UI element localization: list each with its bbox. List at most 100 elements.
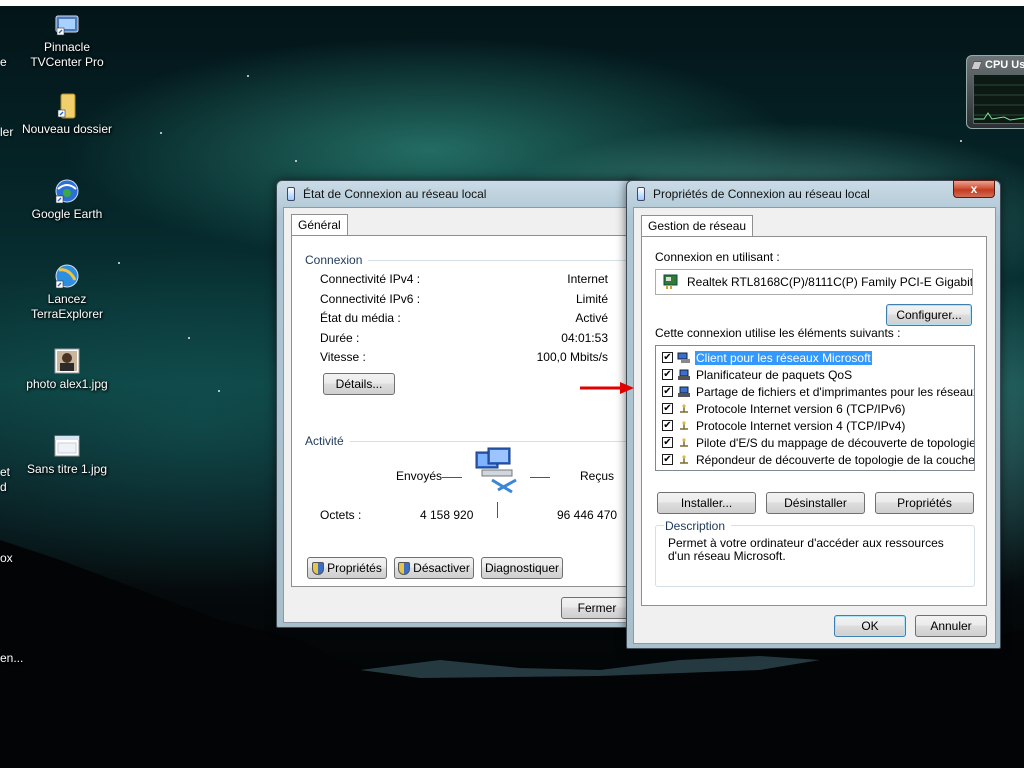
list-item[interactable]: ✔ Planificateur de paquets QoS — [662, 366, 853, 383]
properties-button[interactable]: Propriétés — [307, 557, 387, 579]
network-computers-icon — [475, 447, 517, 494]
bytes-label: Octets : — [320, 508, 362, 522]
row-value: Internet — [567, 272, 608, 286]
ok-button[interactable]: OK — [834, 615, 906, 637]
protocol-icon — [680, 420, 688, 430]
desktop-icon-photo-alex[interactable]: photo alex1.jpg — [19, 347, 115, 392]
list-item[interactable]: ✔ Client pour les réseaux Microsoft — [662, 349, 872, 366]
list-item-label: Protocole Internet version 4 (TCP/IPv4) — [696, 418, 906, 433]
disable-button[interactable]: Désactiver — [394, 557, 474, 579]
protocol-icon — [680, 403, 688, 413]
gadget-title: CPU Us — [985, 59, 1024, 71]
edge-label: ler — [0, 125, 14, 139]
properties-window-client: Gestion de réseau Connexion en utilisant… — [633, 207, 996, 644]
details-button[interactable]: Détails... — [323, 373, 395, 395]
list-item-label: Client pour les réseaux Microsoft — [695, 350, 872, 365]
connect-using-label: Connexion en utilisant : — [655, 250, 780, 264]
checkbox[interactable]: ✔ — [662, 437, 673, 448]
networking-tab-pane: Connexion en utilisant : Realtek RTL8168… — [641, 236, 987, 606]
desktop-icon-sans-titre[interactable]: Sans titre 1.jpg — [19, 432, 115, 477]
cancel-button[interactable]: Annuler — [915, 615, 987, 637]
gadget-icon — [970, 61, 983, 70]
received-line — [530, 477, 550, 478]
list-item[interactable]: ✔ Protocole Internet version 6 (TCP/IPv6… — [662, 400, 906, 417]
edge-label: d — [0, 480, 7, 494]
item-properties-button[interactable]: Propriétés — [875, 492, 974, 514]
checkbox[interactable]: ✔ — [662, 403, 673, 414]
network-window-icon — [637, 187, 645, 201]
checkbox[interactable]: ✔ — [662, 386, 673, 397]
desktop-icon-label: Google Earth — [31, 207, 103, 221]
row-value: Limité — [575, 292, 608, 306]
adapter-name: Realtek RTL8168C(P)/8111C(P) Family PCI-… — [687, 275, 973, 289]
desktop-icon-terraexplorer[interactable]: Lancez TerraExplorer — [19, 262, 115, 322]
properties-window-titlebar[interactable]: Propriétés de Connexion au réseau local — [633, 183, 992, 205]
network-service-icon — [678, 369, 690, 380]
tv-icon — [55, 15, 79, 36]
diagnose-button[interactable]: Diagnostiquer — [481, 557, 563, 579]
row-label: Vitesse : — [320, 350, 366, 364]
sent-label: Envoyés — [396, 469, 443, 483]
window-title: Propriétés de Connexion au réseau local — [653, 187, 870, 201]
photo-icon — [54, 348, 80, 374]
protocol-icon — [680, 437, 688, 447]
desktop-icon-label: photo alex1.jpg — [26, 377, 108, 391]
desktop-icon-label: TerraExplorer — [30, 307, 104, 321]
status-window-client: Général Connexion Connectivité IPv4 : In… — [283, 207, 639, 623]
uac-shield-icon — [312, 561, 325, 575]
cpu-graph — [973, 74, 1024, 124]
window-close-button[interactable]: x — [953, 180, 995, 198]
image-icon — [54, 435, 80, 457]
list-item-label: Répondeur de découverte de topologie de … — [696, 452, 975, 467]
bytes-sent-value: 4 158 920 — [420, 508, 474, 522]
desktop-icon-google-earth[interactable]: Google Earth — [19, 177, 115, 222]
list-item[interactable]: ✔ Protocole Internet version 4 (TCP/IPv4… — [662, 417, 906, 434]
desktop-icon-pinnacle[interactable]: Pinnacle TVCenter Pro — [19, 10, 115, 70]
cpu-gadget[interactable]: CPU Us — [966, 55, 1024, 129]
configure-button[interactable]: Configurer... — [886, 304, 972, 326]
checkbox[interactable]: ✔ — [662, 420, 673, 431]
edge-label: ox — [0, 551, 13, 565]
network-adapter-icon — [663, 274, 678, 289]
list-item[interactable]: ✔ Répondeur de découverte de topologie d… — [662, 451, 975, 468]
checkbox[interactable]: ✔ — [662, 369, 673, 380]
list-item-label: Protocole Internet version 6 (TCP/IPv6) — [696, 401, 906, 416]
top-edge — [0, 0, 1024, 6]
desktop-icon-new-folder[interactable]: Nouveau dossier — [19, 92, 115, 137]
status-window[interactable]: État de Connexion au réseau local Généra… — [276, 180, 639, 628]
annotation-arrow-icon — [580, 382, 634, 394]
network-window-icon — [287, 187, 295, 201]
desktop-icon-label: TVCenter Pro — [30, 55, 104, 69]
uninstall-button[interactable]: Désinstaller — [766, 492, 865, 514]
checkbox[interactable]: ✔ — [662, 352, 673, 363]
properties-window[interactable]: Propriétés de Connexion au réseau local … — [626, 180, 1001, 649]
install-button[interactable]: Installer... — [657, 492, 756, 514]
tab-networking[interactable]: Gestion de réseau — [641, 215, 754, 237]
row-label: Connectivité IPv6 : — [320, 292, 421, 306]
components-list[interactable]: ✔ Client pour les réseaux Microsoft ✔ Pl… — [655, 345, 975, 471]
list-item-label: Planificateur de paquets QoS — [696, 367, 853, 382]
edge-label: et — [0, 465, 11, 479]
row-value: 04:01:53 — [561, 331, 608, 345]
description-label: Description — [664, 519, 732, 533]
divider — [352, 260, 632, 261]
properties-button-label: Propriétés — [327, 561, 382, 575]
connection-section-label: Connexion — [305, 253, 369, 267]
divider — [347, 441, 632, 442]
bytes-divider — [497, 502, 498, 518]
status-window-titlebar[interactable]: État de Connexion au réseau local — [283, 183, 629, 205]
window-title: État de Connexion au réseau local — [303, 187, 487, 201]
items-label: Cette connexion utilise les éléments sui… — [655, 326, 901, 340]
row-label: Durée : — [320, 331, 360, 345]
description-text: Permet à votre ordinateur d'accéder aux … — [668, 536, 944, 563]
edge-label: en... — [0, 651, 24, 665]
close-button[interactable]: Fermer — [561, 597, 633, 619]
network-client-icon — [677, 352, 690, 363]
checkbox[interactable]: ✔ — [662, 454, 673, 465]
list-item[interactable]: ✔ Pilote d'E/S du mappage de découverte … — [662, 434, 974, 451]
tab-general[interactable]: Général — [291, 214, 348, 236]
google-earth-icon — [55, 179, 79, 204]
folder-icon — [57, 93, 76, 119]
globe-icon — [55, 264, 79, 289]
list-item[interactable]: ✔ Partage de fichiers et d'imprimantes p… — [662, 383, 974, 400]
